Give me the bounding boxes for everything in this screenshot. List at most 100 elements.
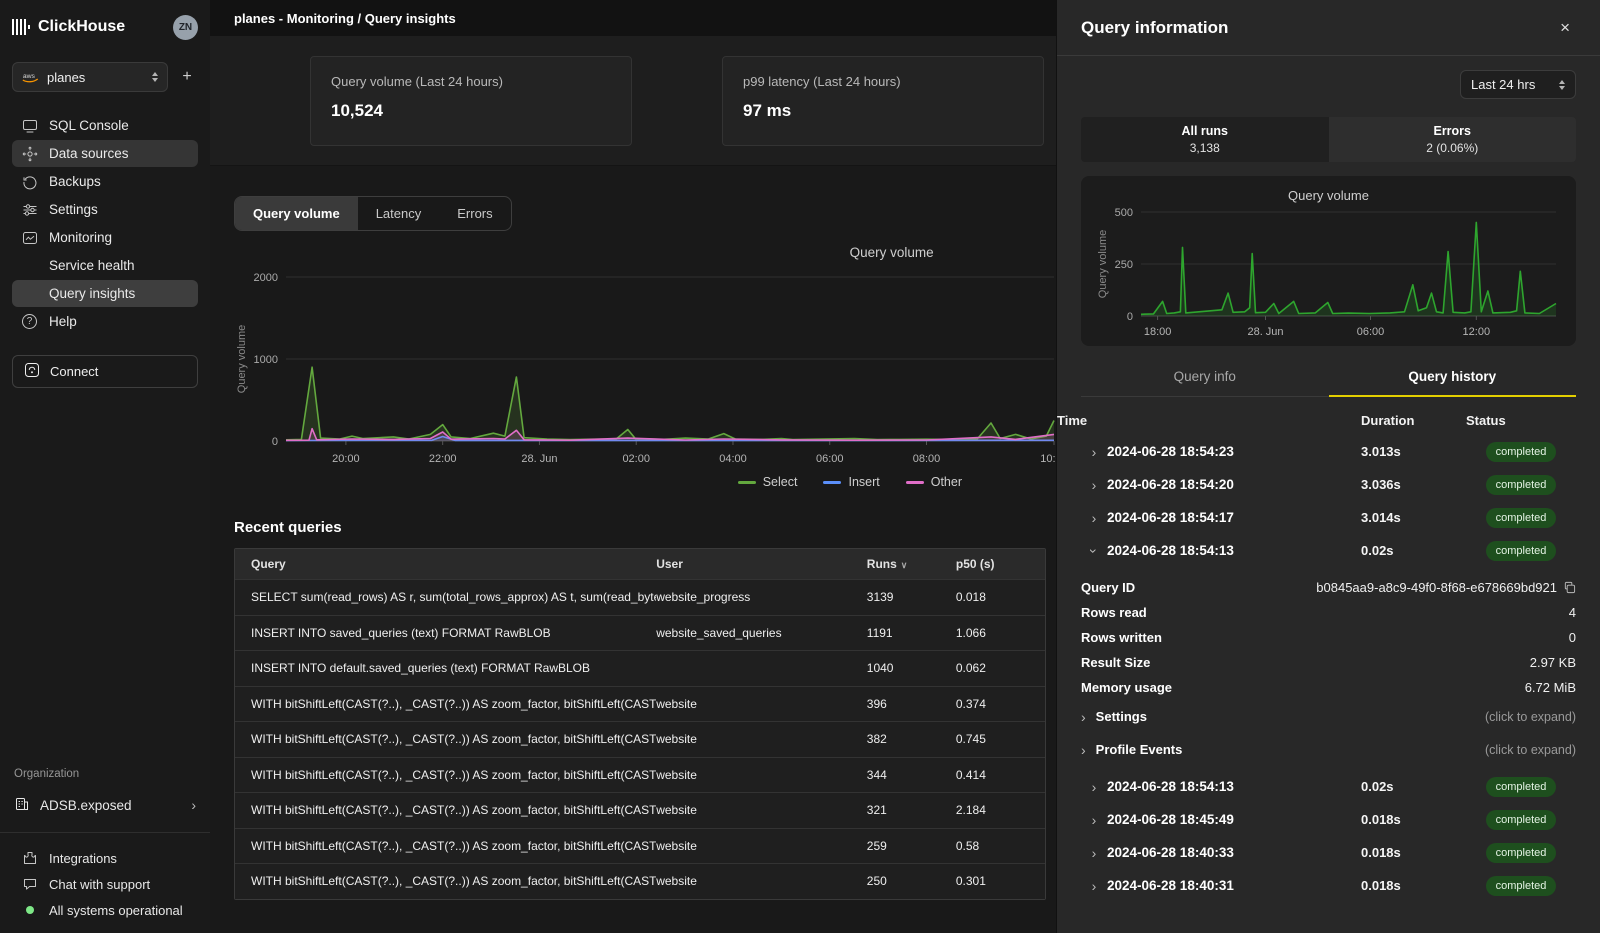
table-row[interactable]: WITH bitShiftLeft(CAST(?..), _CAST(?..))… [235, 828, 1045, 864]
line-chart: 025050018:0028. Jun06:0012:00Query volum… [1095, 204, 1562, 340]
sidebar-item-label: Service health [49, 258, 135, 273]
footer-item-integrations[interactable]: Integrations [12, 845, 198, 871]
chevron-right-icon[interactable]: › [1081, 780, 1107, 794]
legend-swatch [906, 481, 924, 484]
sidebar-item-help[interactable]: ?Help [12, 308, 198, 335]
table-row[interactable]: WITH bitShiftLeft(CAST(?..), _CAST(?..))… [235, 721, 1045, 757]
svg-text:22:00: 22:00 [429, 453, 457, 465]
tab-errors[interactable]: Errors [439, 197, 510, 230]
cell-query: INSERT INTO default.saved_queries (text)… [235, 661, 656, 675]
history-time: 2024-06-28 18:45:49 [1107, 812, 1361, 827]
cell-user: website [656, 697, 867, 711]
detail-row-memory-usage: Memory usage6.72 MiB [1081, 675, 1576, 700]
history-row[interactable]: ›2024-06-28 18:54:173.014scompleted [1081, 501, 1576, 534]
status-badge: completed [1486, 508, 1557, 528]
copy-icon[interactable] [1563, 581, 1576, 594]
stat-label: p99 latency (Last 24 hours) [743, 74, 1023, 89]
cell-query: WITH bitShiftLeft(CAST(?..), _CAST(?..))… [235, 874, 656, 888]
add-service-button[interactable]: + [176, 68, 198, 86]
select-chevrons-icon [1559, 80, 1565, 90]
history-row[interactable]: ›2024-06-28 18:54:130.02scompleted [1081, 770, 1576, 803]
chevron-right-icon: › [1081, 710, 1086, 724]
console-icon [21, 118, 38, 134]
history-row[interactable]: ›2024-06-28 18:40:330.018scompleted [1081, 836, 1576, 869]
table-row[interactable]: WITH bitShiftLeft(CAST(?..), _CAST(?..))… [235, 863, 1045, 899]
footer-item-chat-with-support[interactable]: Chat with support [12, 871, 198, 897]
help-icon: ? [21, 314, 38, 329]
sidebar-item-service-health[interactable]: Service health [12, 252, 198, 279]
history-status: completed [1466, 541, 1576, 561]
legend-item-select[interactable]: Select [738, 475, 798, 489]
cell-user: website [656, 768, 867, 782]
breadcrumb: planes - Monitoring / Query insights [210, 0, 1056, 36]
sidebar-footer: Integrations Chat with support All systems… [12, 845, 198, 923]
column-header-query[interactable]: Query [235, 557, 656, 571]
detail-row-settings[interactable]: ›Settings(click to expand) [1081, 700, 1576, 733]
table-row[interactable]: INSERT INTO default.saved_queries (text)… [235, 650, 1045, 686]
brand-name: ClickHouse [38, 18, 165, 36]
column-header-runs[interactable]: Runs∨ [867, 557, 956, 571]
panel-tabs: Query info Query history [1081, 360, 1576, 397]
history-rows-top: ›2024-06-28 18:54:233.013scompleted›2024… [1081, 435, 1576, 567]
sidebar-item-query-insights[interactable]: Query insights [12, 280, 198, 307]
tab-query-history[interactable]: Query history [1329, 360, 1577, 397]
column-header-user[interactable]: User [656, 557, 867, 571]
line-chart: 01000200020:0022:0028. Jun02:0004:0006:0… [234, 265, 1056, 467]
cell-user: website_progress [656, 590, 867, 604]
chevron-right-icon[interactable]: › [1081, 813, 1107, 827]
detail-row-profile-events[interactable]: ›Profile Events(click to expand) [1081, 733, 1576, 766]
table-row[interactable]: SELECT sum(read_rows) AS r, sum(total_ro… [235, 579, 1045, 615]
cell-runs: 396 [867, 697, 956, 711]
history-row[interactable]: ›2024-06-28 18:40:310.018scompleted [1081, 869, 1576, 902]
chevron-down-icon[interactable]: › [1087, 538, 1101, 564]
legend-item-insert[interactable]: Insert [823, 475, 879, 489]
chart-title: Query volume [1095, 188, 1562, 203]
cell-p50: 0.745 [956, 732, 1045, 746]
chevron-right-icon[interactable]: › [1081, 511, 1107, 525]
chevron-right-icon[interactable]: › [1081, 879, 1107, 893]
tab-latency[interactable]: Latency [358, 197, 440, 230]
detail-value: 4 [1569, 605, 1576, 620]
organization-item[interactable]: ADSB.exposed › [12, 792, 198, 818]
chevron-right-icon[interactable]: › [1081, 478, 1107, 492]
chart-title: Query volume [850, 245, 934, 260]
table-row[interactable]: WITH bitShiftLeft(CAST(?..), _CAST(?..))… [235, 792, 1045, 828]
legend-swatch [823, 481, 841, 484]
history-row[interactable]: ›2024-06-28 18:54:233.013scompleted [1081, 435, 1576, 468]
chevron-right-icon[interactable]: › [1081, 846, 1107, 860]
history-duration: 3.014s [1361, 510, 1466, 525]
table-row[interactable]: WITH bitShiftLeft(CAST(?..), _CAST(?..))… [235, 757, 1045, 793]
chevron-right-icon: › [191, 798, 196, 812]
tab-query-info[interactable]: Query info [1081, 360, 1329, 397]
column-header-p50[interactable]: p50 (s) [956, 557, 1045, 571]
connect-button[interactable]: Connect [12, 355, 198, 388]
legend-label: Insert [848, 475, 879, 489]
sidebar-item-sql-console[interactable]: SQL Console [12, 112, 198, 139]
aws-icon: aws [22, 71, 39, 83]
footer-item-label: Chat with support [49, 877, 150, 892]
history-row[interactable]: ›2024-06-28 18:54:130.02scompleted [1081, 534, 1576, 567]
legend-item-other[interactable]: Other [906, 475, 962, 489]
datasources-icon [21, 146, 38, 162]
segment-all-runs[interactable]: All runs 3,138 [1081, 117, 1329, 162]
footer-item-all-systems-operational[interactable]: All systems operational [12, 897, 198, 923]
segment-errors[interactable]: Errors 2 (0.06%) [1329, 117, 1577, 162]
chevron-right-icon[interactable]: › [1081, 445, 1107, 459]
sidebar-item-settings[interactable]: Settings [12, 196, 198, 223]
sidebar-item-monitoring[interactable]: Monitoring [12, 224, 198, 251]
table-row[interactable]: WITH bitShiftLeft(CAST(?..), _CAST(?..))… [235, 686, 1045, 722]
sidebar-item-label: Data sources [49, 146, 129, 161]
close-icon[interactable]: × [1554, 16, 1576, 40]
sidebar-item-data-sources[interactable]: Data sources [12, 140, 198, 167]
time-range-select[interactable]: Last 24 hrs [1460, 70, 1576, 99]
history-row[interactable]: ›2024-06-28 18:45:490.018scompleted [1081, 803, 1576, 836]
sidebar-item-backups[interactable]: Backups [12, 168, 198, 195]
user-avatar[interactable]: ZN [173, 15, 198, 40]
table-row[interactable]: INSERT INTO saved_queries (text) FORMAT … [235, 615, 1045, 651]
tab-query-volume[interactable]: Query volume [235, 197, 358, 230]
chart-legend: Select Insert Other [234, 471, 1032, 493]
status-badge: completed [1486, 541, 1557, 561]
workspace-select[interactable]: aws planes [12, 62, 168, 92]
history-row[interactable]: ›2024-06-28 18:54:203.036scompleted [1081, 468, 1576, 501]
column-header-status: Status [1466, 413, 1576, 428]
